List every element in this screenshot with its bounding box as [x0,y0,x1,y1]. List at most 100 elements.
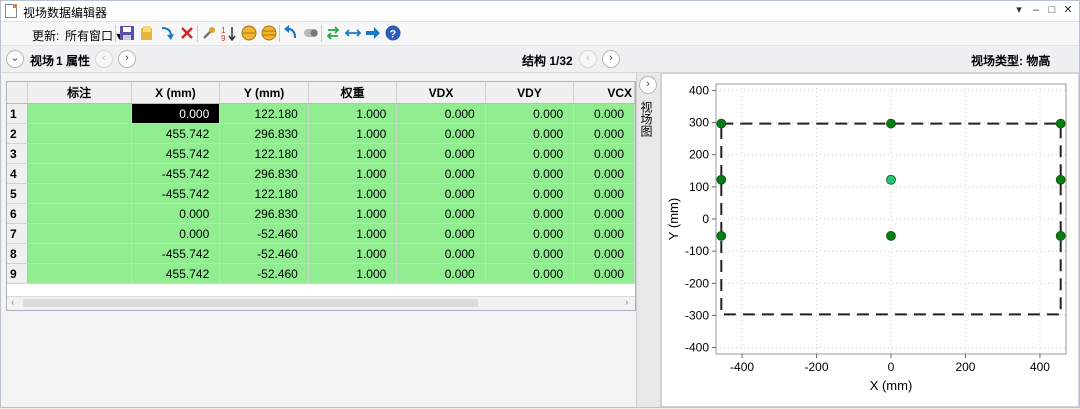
cell-vcx[interactable]: 0.000 [573,163,635,184]
close-button[interactable]: ✕ [1061,3,1075,17]
cell-label[interactable] [27,123,132,144]
next-structure-button[interactable]: › [602,50,620,68]
open-icon[interactable] [139,25,155,41]
table-row[interactable]: 2 455.742 296.830 1.000 0.000 0.000 0.000 [7,123,635,144]
cell-label[interactable] [27,263,132,284]
cell-x[interactable]: 0.000 [131,203,221,224]
cell-label[interactable] [27,103,132,124]
cell-vdy[interactable]: 0.000 [485,183,575,204]
row-header[interactable]: 8 [7,243,28,264]
cell-x[interactable]: 455.742 [131,123,221,144]
cell-y[interactable]: -52.460 [219,263,309,284]
collapse-chevron-icon[interactable]: ⌄ [6,50,24,68]
table-row[interactable]: 3 455.742 122.180 1.000 0.000 0.000 0.000 [7,143,635,164]
table-row[interactable]: 4 -455.742 296.830 1.000 0.000 0.000 0.000 [7,163,635,184]
prev-structure-button[interactable]: ‹ [579,50,597,68]
dropdown-arrow-icon[interactable]: ▾ [1012,3,1026,17]
cell-w[interactable]: 1.000 [308,263,398,284]
cell-vdy[interactable]: 0.000 [485,243,575,264]
column-header-vdx[interactable]: VDX [396,82,486,104]
column-header-vcx[interactable]: VCX [573,82,635,104]
column-header-x[interactable]: X (mm) [131,82,221,104]
horizontal-scrollbar[interactable]: ‹ › [7,296,635,310]
column-header-weight[interactable]: 权重 [308,82,398,104]
update-window-dropdown[interactable]: 所有窗口 ▾ [65,27,122,44]
cell-vcx[interactable]: 0.000 [573,183,635,204]
cell-label[interactable] [27,163,132,184]
prev-field-button[interactable]: ‹ [95,50,113,68]
scrollbar-thumb[interactable] [23,299,478,307]
cell-vcx[interactable]: 0.000 [573,123,635,144]
cell-vcx[interactable]: 0.000 [573,243,635,264]
insert-arrow-icon[interactable] [159,25,175,41]
tools-icon[interactable] [201,25,217,41]
cell-vdy[interactable]: 0.000 [485,123,575,144]
cell-vcx[interactable]: 0.000 [573,223,635,244]
cell-vcx[interactable]: 0.000 [573,103,635,124]
row-header[interactable]: 4 [7,163,28,184]
lens-alt-icon[interactable] [261,25,277,41]
cell-vdy[interactable]: 0.000 [485,143,575,164]
collapse-panel-chevron-icon[interactable]: › [639,76,657,94]
column-header-vdy[interactable]: VDY [485,82,575,104]
cell-vdx[interactable]: 0.000 [396,123,486,144]
cell-label[interactable] [27,223,132,244]
cell-label[interactable] [27,243,132,264]
cell-vdx[interactable]: 0.000 [396,223,486,244]
cell-y[interactable]: 122.180 [219,183,309,204]
save-icon[interactable] [119,25,135,41]
cell-label[interactable] [27,203,132,224]
cell-w[interactable]: 1.000 [308,163,398,184]
cell-w[interactable]: 1.000 [308,203,398,224]
scroll-right-icon[interactable]: › [625,297,628,308]
cell-vdy[interactable]: 0.000 [485,263,575,284]
field-plot-side-tab[interactable]: › 视场图 [636,73,661,407]
cell-y[interactable]: -52.460 [219,243,309,264]
minimize-button[interactable]: – [1029,3,1043,17]
cell-vdy[interactable]: 0.000 [485,203,575,224]
cell-label[interactable] [27,183,132,204]
cell-vcx[interactable]: 0.000 [573,143,635,164]
arrow-right-icon[interactable] [365,25,381,41]
column-header-label[interactable]: 标注 [27,82,132,104]
cell-y[interactable]: -52.460 [219,223,309,244]
cell-w[interactable]: 1.000 [308,183,398,204]
row-header[interactable]: 6 [7,203,28,224]
cell-vdy[interactable]: 0.000 [485,223,575,244]
row-header[interactable]: 7 [7,223,28,244]
table-row[interactable]: 8 -455.742 -52.460 1.000 0.000 0.000 0.000 [7,243,635,264]
cell-vdy[interactable]: 0.000 [485,103,575,124]
cell-x[interactable]: 455.742 [131,263,221,284]
cell-vdx[interactable]: 0.000 [396,183,486,204]
delete-icon[interactable] [179,25,195,41]
maximize-button[interactable]: □ [1045,3,1059,17]
row-header[interactable]: 3 [7,143,28,164]
table-row[interactable]: 7 0.000 -52.460 1.000 0.000 0.000 0.000 [7,223,635,244]
swap-icon[interactable] [325,25,341,41]
cell-label[interactable] [27,143,132,164]
cell-w[interactable]: 1.000 [308,103,398,124]
toggle-icon[interactable] [303,25,319,41]
cell-x[interactable]: -455.742 [131,163,221,184]
cell-vdx[interactable]: 0.000 [396,203,486,224]
cell-vcx[interactable]: 0.000 [573,263,635,284]
cell-x[interactable]: -455.742 [131,183,221,204]
help-icon[interactable]: ? [385,25,401,41]
scroll-left-icon[interactable]: ‹ [11,297,14,308]
cell-vcx[interactable]: 0.000 [573,203,635,224]
cell-vdy[interactable]: 0.000 [485,163,575,184]
cell-vdx[interactable]: 0.000 [396,243,486,264]
cell-w[interactable]: 1.000 [308,223,398,244]
cell-vdx[interactable]: 0.000 [396,163,486,184]
table-row[interactable]: 5 -455.742 122.180 1.000 0.000 0.000 0.000 [7,183,635,204]
cell-w[interactable]: 1.000 [308,243,398,264]
row-header[interactable]: 2 [7,123,28,144]
cell-y[interactable]: 122.180 [219,103,309,124]
table-row[interactable]: 9 455.742 -52.460 1.000 0.000 0.000 0.000 [7,263,635,284]
cell-w[interactable]: 1.000 [308,143,398,164]
undo-icon[interactable] [283,25,299,41]
cell-vdx[interactable]: 0.000 [396,263,486,284]
cell-x[interactable]: 455.742 [131,143,221,164]
column-header-y[interactable]: Y (mm) [219,82,309,104]
lens-icon[interactable] [241,25,257,41]
